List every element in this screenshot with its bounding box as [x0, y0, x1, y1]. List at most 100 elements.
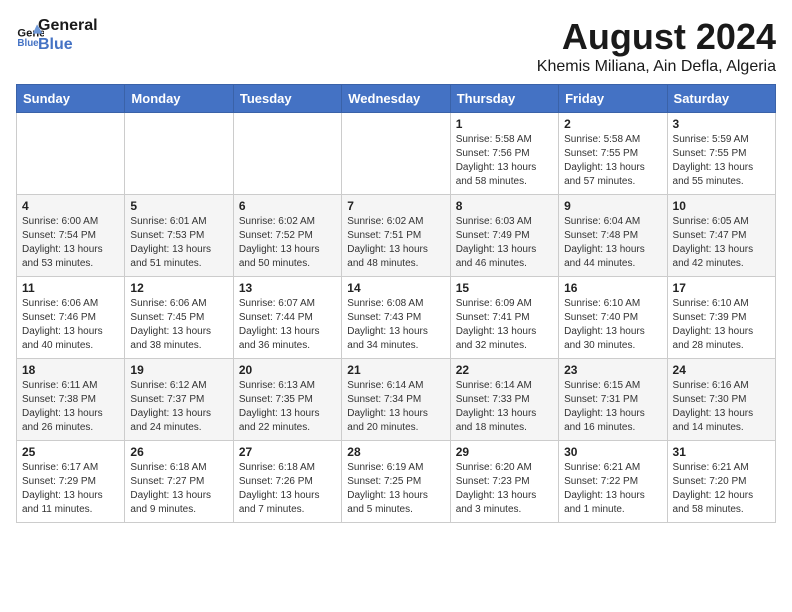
day-info: Sunrise: 6:10 AM Sunset: 7:39 PM Dayligh…	[673, 297, 770, 353]
calendar-week-row-3: 11Sunrise: 6:06 AM Sunset: 7:46 PM Dayli…	[17, 277, 776, 359]
calendar-cell: 18 Sunrise: 6:11 AM Sunset: 7:38 PM Dayli…	[17, 359, 125, 441]
logo-blue: Blue	[38, 35, 98, 54]
day-number: 12	[130, 281, 227, 295]
day-info: Sunrise: 6:19 AM Sunset: 7:25 PM Dayligh…	[347, 461, 444, 517]
day-number: 3	[673, 117, 770, 131]
day-number: 21	[347, 363, 444, 377]
day-number: 22	[456, 363, 553, 377]
day-number: 2	[564, 117, 661, 131]
svg-text:Blue: Blue	[17, 38, 39, 49]
location-subtitle: Khemis Miliana, Ain Defla, Algeria	[537, 58, 776, 76]
weekday-header-wednesday: Wednesday	[342, 85, 450, 113]
day-info: Sunrise: 6:02 AM Sunset: 7:51 PM Dayligh…	[347, 215, 444, 271]
calendar-cell: 7Sunrise: 6:02 AM Sunset: 7:51 PM Daylig…	[342, 195, 450, 277]
calendar-cell: 12Sunrise: 6:06 AM Sunset: 7:45 PM Dayli…	[125, 277, 233, 359]
day-number: 18	[22, 363, 119, 377]
calendar-cell: 23 Sunrise: 6:15 AM Sunset: 7:31 PM Dayli…	[559, 359, 667, 441]
calendar-cell: 27Sunrise: 6:18 AM Sunset: 7:26 PM Dayli…	[233, 441, 341, 523]
calendar-cell: 5 Sunrise: 6:01 AM Sunset: 7:53 PM Daylig…	[125, 195, 233, 277]
logo-general: General	[38, 16, 98, 35]
weekday-header-row: SundayMondayTuesdayWednesdayThursdayFrid…	[17, 85, 776, 113]
calendar-week-row-4: 18 Sunrise: 6:11 AM Sunset: 7:38 PM Dayli…	[17, 359, 776, 441]
day-info: Sunrise: 6:18 AM Sunset: 7:26 PM Dayligh…	[239, 461, 336, 517]
day-info: Sunrise: 6:09 AM Sunset: 7:41 PM Dayligh…	[456, 297, 553, 353]
day-number: 25	[22, 445, 119, 459]
calendar-cell: 8 Sunrise: 6:03 AM Sunset: 7:49 PM Daylig…	[450, 195, 558, 277]
day-number: 23	[564, 363, 661, 377]
day-number: 20	[239, 363, 336, 377]
day-number: 31	[673, 445, 770, 459]
calendar-cell: 24Sunrise: 6:16 AM Sunset: 7:30 PM Dayli…	[667, 359, 775, 441]
day-number: 28	[347, 445, 444, 459]
calendar-cell: 11Sunrise: 6:06 AM Sunset: 7:46 PM Dayli…	[17, 277, 125, 359]
day-number: 17	[673, 281, 770, 295]
calendar-week-row-1: 1 Sunrise: 5:58 AM Sunset: 7:56 PM Daylig…	[17, 113, 776, 195]
weekday-header-thursday: Thursday	[450, 85, 558, 113]
calendar-cell: 19 Sunrise: 6:12 AM Sunset: 7:37 PM Dayli…	[125, 359, 233, 441]
header: General Blue General Blue August 2024 Kh…	[16, 16, 776, 76]
calendar-cell: 3 Sunrise: 5:59 AM Sunset: 7:55 PM Daylig…	[667, 113, 775, 195]
calendar-cell: 6 Sunrise: 6:02 AM Sunset: 7:52 PM Daylig…	[233, 195, 341, 277]
day-info: Sunrise: 6:10 AM Sunset: 7:40 PM Dayligh…	[564, 297, 661, 353]
calendar-cell	[125, 113, 233, 195]
day-info: Sunrise: 6:20 AM Sunset: 7:23 PM Dayligh…	[456, 461, 553, 517]
day-number: 1	[456, 117, 553, 131]
calendar-cell: 13 Sunrise: 6:07 AM Sunset: 7:44 PM Dayli…	[233, 277, 341, 359]
day-number: 15	[456, 281, 553, 295]
calendar-cell: 9 Sunrise: 6:04 AM Sunset: 7:48 PM Daylig…	[559, 195, 667, 277]
day-number: 16	[564, 281, 661, 295]
day-info: Sunrise: 6:11 AM Sunset: 7:38 PM Dayligh…	[22, 379, 119, 435]
day-info: Sunrise: 6:07 AM Sunset: 7:44 PM Dayligh…	[239, 297, 336, 353]
calendar-cell: 17 Sunrise: 6:10 AM Sunset: 7:39 PM Dayli…	[667, 277, 775, 359]
calendar-cell: 2Sunrise: 5:58 AM Sunset: 7:55 PM Daylig…	[559, 113, 667, 195]
day-info: Sunrise: 6:18 AM Sunset: 7:27 PM Dayligh…	[130, 461, 227, 517]
calendar-cell	[342, 113, 450, 195]
day-number: 26	[130, 445, 227, 459]
day-number: 30	[564, 445, 661, 459]
day-info: Sunrise: 6:21 AM Sunset: 7:20 PM Dayligh…	[673, 461, 770, 517]
day-info: Sunrise: 6:05 AM Sunset: 7:47 PM Dayligh…	[673, 215, 770, 271]
logo: General Blue General Blue	[16, 16, 98, 54]
day-number: 9	[564, 199, 661, 213]
calendar-cell: 26 Sunrise: 6:18 AM Sunset: 7:27 PM Dayli…	[125, 441, 233, 523]
calendar-cell: 1 Sunrise: 5:58 AM Sunset: 7:56 PM Daylig…	[450, 113, 558, 195]
day-info: Sunrise: 6:21 AM Sunset: 7:22 PM Dayligh…	[564, 461, 661, 517]
weekday-header-tuesday: Tuesday	[233, 85, 341, 113]
calendar-cell: 31 Sunrise: 6:21 AM Sunset: 7:20 PM Dayli…	[667, 441, 775, 523]
day-info: Sunrise: 5:59 AM Sunset: 7:55 PM Dayligh…	[673, 133, 770, 189]
day-info: Sunrise: 6:16 AM Sunset: 7:30 PM Dayligh…	[673, 379, 770, 435]
calendar-cell: 28 Sunrise: 6:19 AM Sunset: 7:25 PM Dayli…	[342, 441, 450, 523]
calendar-cell: 25 Sunrise: 6:17 AM Sunset: 7:29 PM Dayli…	[17, 441, 125, 523]
day-info: Sunrise: 6:12 AM Sunset: 7:37 PM Dayligh…	[130, 379, 227, 435]
calendar-cell	[233, 113, 341, 195]
day-number: 14	[347, 281, 444, 295]
day-number: 13	[239, 281, 336, 295]
day-info: Sunrise: 5:58 AM Sunset: 7:56 PM Dayligh…	[456, 133, 553, 189]
calendar-cell: 29 Sunrise: 6:20 AM Sunset: 7:23 PM Dayli…	[450, 441, 558, 523]
day-info: Sunrise: 6:15 AM Sunset: 7:31 PM Dayligh…	[564, 379, 661, 435]
day-info: Sunrise: 6:14 AM Sunset: 7:33 PM Dayligh…	[456, 379, 553, 435]
calendar-cell: 20 Sunrise: 6:13 AM Sunset: 7:35 PM Dayli…	[233, 359, 341, 441]
calendar-week-row-5: 25 Sunrise: 6:17 AM Sunset: 7:29 PM Dayli…	[17, 441, 776, 523]
day-info: Sunrise: 6:03 AM Sunset: 7:49 PM Dayligh…	[456, 215, 553, 271]
calendar-cell: 21 Sunrise: 6:14 AM Sunset: 7:34 PM Dayli…	[342, 359, 450, 441]
day-info: Sunrise: 6:04 AM Sunset: 7:48 PM Dayligh…	[564, 215, 661, 271]
day-number: 5	[130, 199, 227, 213]
day-number: 29	[456, 445, 553, 459]
day-info: Sunrise: 6:02 AM Sunset: 7:52 PM Dayligh…	[239, 215, 336, 271]
day-number: 6	[239, 199, 336, 213]
calendar-cell: 15 Sunrise: 6:09 AM Sunset: 7:41 PM Dayli…	[450, 277, 558, 359]
day-info: Sunrise: 6:08 AM Sunset: 7:43 PM Dayligh…	[347, 297, 444, 353]
day-info: Sunrise: 6:17 AM Sunset: 7:29 PM Dayligh…	[22, 461, 119, 517]
day-info: Sunrise: 6:14 AM Sunset: 7:34 PM Dayligh…	[347, 379, 444, 435]
weekday-header-sunday: Sunday	[17, 85, 125, 113]
day-number: 8	[456, 199, 553, 213]
calendar-cell: 14 Sunrise: 6:08 AM Sunset: 7:43 PM Dayli…	[342, 277, 450, 359]
calendar-cell: 22 Sunrise: 6:14 AM Sunset: 7:33 PM Dayli…	[450, 359, 558, 441]
day-info: Sunrise: 6:13 AM Sunset: 7:35 PM Dayligh…	[239, 379, 336, 435]
day-number: 19	[130, 363, 227, 377]
calendar-cell: 4Sunrise: 6:00 AM Sunset: 7:54 PM Daylig…	[17, 195, 125, 277]
day-number: 4	[22, 199, 119, 213]
day-info: Sunrise: 6:01 AM Sunset: 7:53 PM Dayligh…	[130, 215, 227, 271]
month-year-title: August 2024	[537, 16, 776, 58]
